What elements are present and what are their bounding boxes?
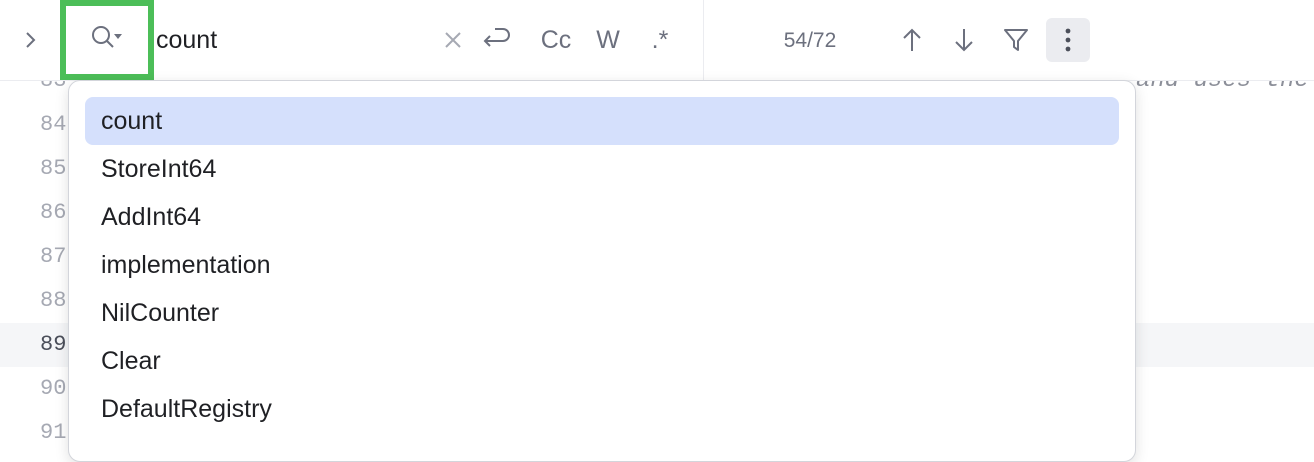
search-history-icon (89, 23, 125, 58)
arrow-up-icon[interactable] (896, 24, 928, 56)
history-item[interactable]: StoreInt64 (85, 145, 1119, 193)
find-toolbar: Cc W .* 54/72 (0, 0, 1314, 81)
more-vertical-icon[interactable] (1046, 18, 1090, 62)
close-icon[interactable] (440, 26, 466, 54)
match-count: 54/72 (783, 29, 837, 52)
history-item[interactable]: AddInt64 (85, 193, 1119, 241)
arrow-down-icon[interactable] (948, 24, 980, 56)
history-item[interactable]: Clear (85, 337, 1119, 385)
search-history-popup: count StoreInt64 AddInt64 implementation… (68, 80, 1136, 462)
search-history-button[interactable] (60, 0, 154, 80)
history-item[interactable]: implementation (85, 241, 1119, 289)
search-input[interactable] (156, 22, 426, 58)
toolbar-divider (703, 0, 704, 80)
whole-words-toggle[interactable]: W (590, 22, 626, 58)
filter-icon[interactable] (1000, 24, 1032, 56)
history-item[interactable]: NilCounter (85, 289, 1119, 337)
new-line-icon[interactable] (480, 24, 514, 56)
match-case-toggle[interactable]: Cc (535, 22, 577, 58)
history-item[interactable]: DefaultRegistry (85, 385, 1119, 433)
history-item[interactable]: count (85, 97, 1119, 145)
chevron-right-icon[interactable] (16, 26, 44, 54)
regex-toggle[interactable]: .* (642, 22, 678, 58)
